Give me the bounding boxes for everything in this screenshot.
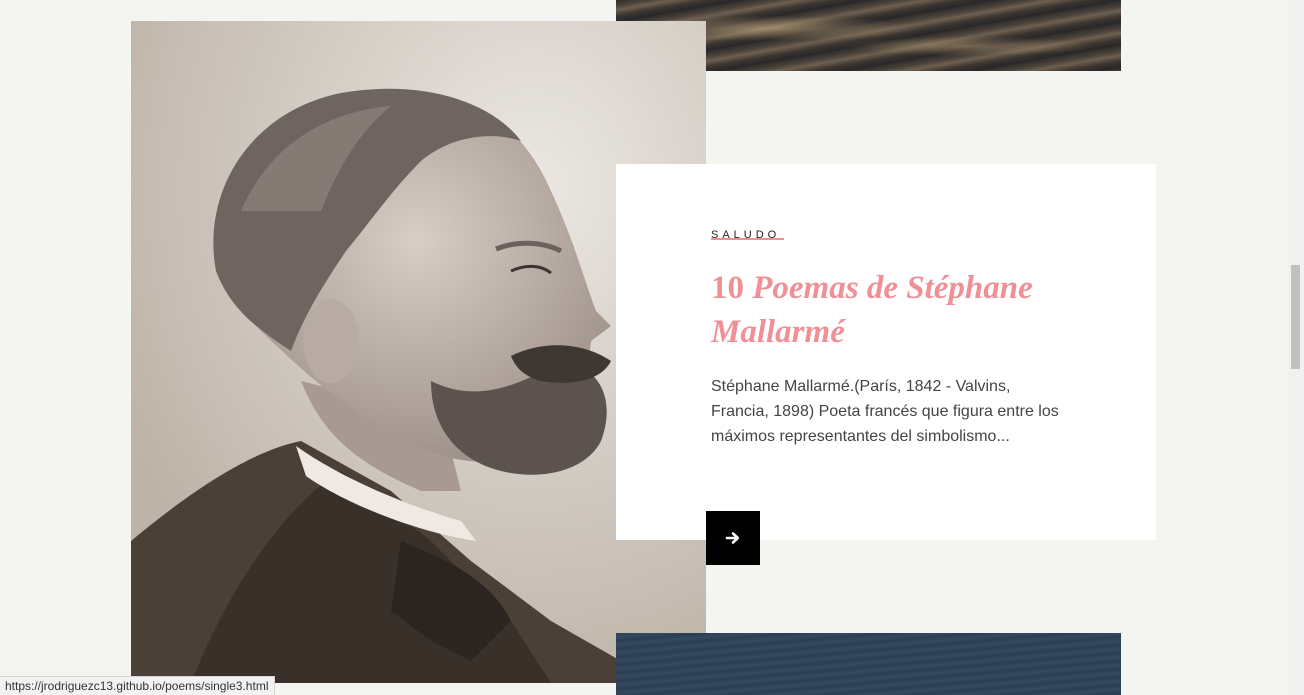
status-bar-url: https://jrodriguezc13.github.io/poems/si… bbox=[5, 679, 269, 693]
post-image-sea[interactable] bbox=[616, 633, 1121, 695]
status-bar: https://jrodriguezc13.github.io/poems/si… bbox=[0, 676, 276, 695]
page-scrollbar[interactable] bbox=[1287, 0, 1304, 695]
post-card: SALUDO 10 Poemas de Stéphane Mallarmé St… bbox=[616, 164, 1156, 540]
scrollbar-thumb[interactable] bbox=[1291, 265, 1300, 369]
post-title[interactable]: 10 Poemas de Stéphane Mallarmé bbox=[711, 266, 1091, 354]
post-title-number: 10 bbox=[711, 270, 744, 306]
read-more-button[interactable] bbox=[706, 511, 760, 565]
arrow-right-icon bbox=[725, 532, 740, 544]
post-excerpt: Stéphane Mallarmé.(París, 1842 - Valvins… bbox=[711, 378, 1059, 445]
category-underline bbox=[711, 238, 784, 240]
post-title-italic: Poemas de Stéphane Mallarmé bbox=[711, 270, 1033, 350]
page: SALUDO 10 Poemas de Stéphane Mallarmé St… bbox=[0, 0, 1304, 695]
